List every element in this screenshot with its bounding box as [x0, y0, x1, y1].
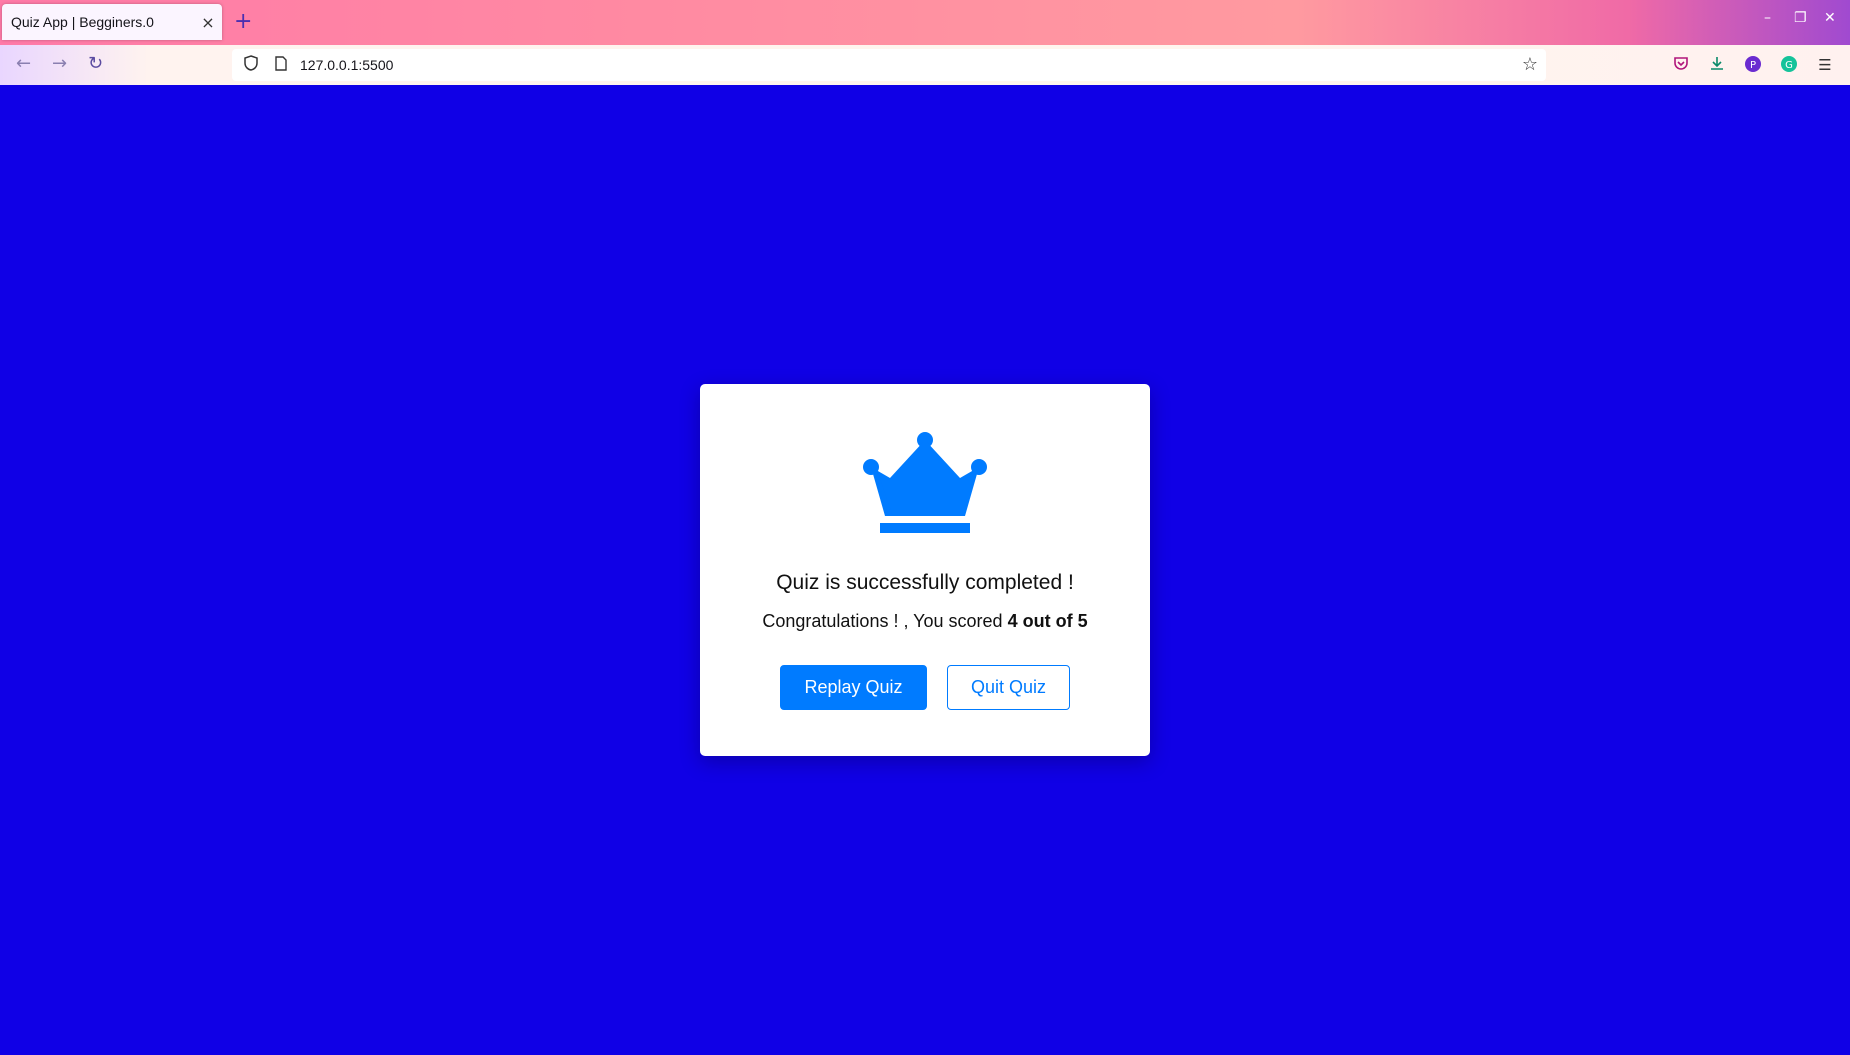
result-box: Quiz is successfully completed ! Congrat… — [700, 384, 1150, 756]
browser-toolbar: ← → ↻ 127.0.0.1:5500 ☆ P G ☰ — [0, 45, 1850, 85]
score-total: 5 — [1077, 611, 1088, 631]
restore-icon[interactable]: ❐ — [1794, 10, 1807, 26]
grammarly-icon[interactable]: G — [1779, 55, 1799, 75]
score-value: 4 — [1007, 611, 1018, 631]
shield-icon[interactable] — [240, 55, 262, 75]
page-icon — [270, 55, 292, 75]
reload-icon[interactable]: ↻ — [88, 53, 103, 74]
tab-close-icon[interactable]: × — [194, 13, 222, 32]
new-tab-button[interactable]: + — [234, 8, 252, 36]
url-bar[interactable]: 127.0.0.1:5500 ☆ — [232, 49, 1546, 81]
complete-text: Quiz is successfully completed ! — [776, 571, 1074, 594]
quit-quiz-button[interactable]: Quit Quiz — [947, 665, 1070, 710]
minimize-icon[interactable]: – — [1764, 10, 1771, 26]
pocket-icon[interactable] — [1671, 55, 1691, 75]
back-icon[interactable]: ← — [16, 53, 31, 74]
replay-quiz-button[interactable]: Replay Quiz — [780, 665, 927, 710]
score-prefix: Congratulations ! , You scored — [762, 611, 1003, 631]
bookmark-star-icon[interactable]: ☆ — [1522, 54, 1538, 75]
score-middle: out of — [1022, 611, 1073, 631]
menu-icon[interactable]: ☰ — [1815, 55, 1835, 75]
score-text: Congratulations ! , You scored 4 out of … — [700, 611, 1150, 632]
browser-tab-bar: Quiz App | Begginers.0 × + – ❐ ✕ — [0, 0, 1850, 45]
crown-icon — [863, 432, 987, 533]
url-text: 127.0.0.1:5500 — [300, 57, 394, 73]
downloads-icon[interactable] — [1707, 55, 1727, 75]
page-content: Quiz is successfully completed ! Congrat… — [0, 85, 1850, 1055]
close-window-icon[interactable]: ✕ — [1824, 10, 1836, 26]
browser-tab[interactable]: Quiz App | Begginers.0 × — [2, 4, 222, 40]
svg-text:G: G — [1785, 60, 1793, 71]
profile-extension-icon[interactable]: P — [1743, 55, 1763, 75]
tab-title: Quiz App | Begginers.0 — [11, 14, 154, 30]
svg-text:P: P — [1750, 60, 1756, 71]
forward-icon[interactable]: → — [52, 53, 67, 74]
